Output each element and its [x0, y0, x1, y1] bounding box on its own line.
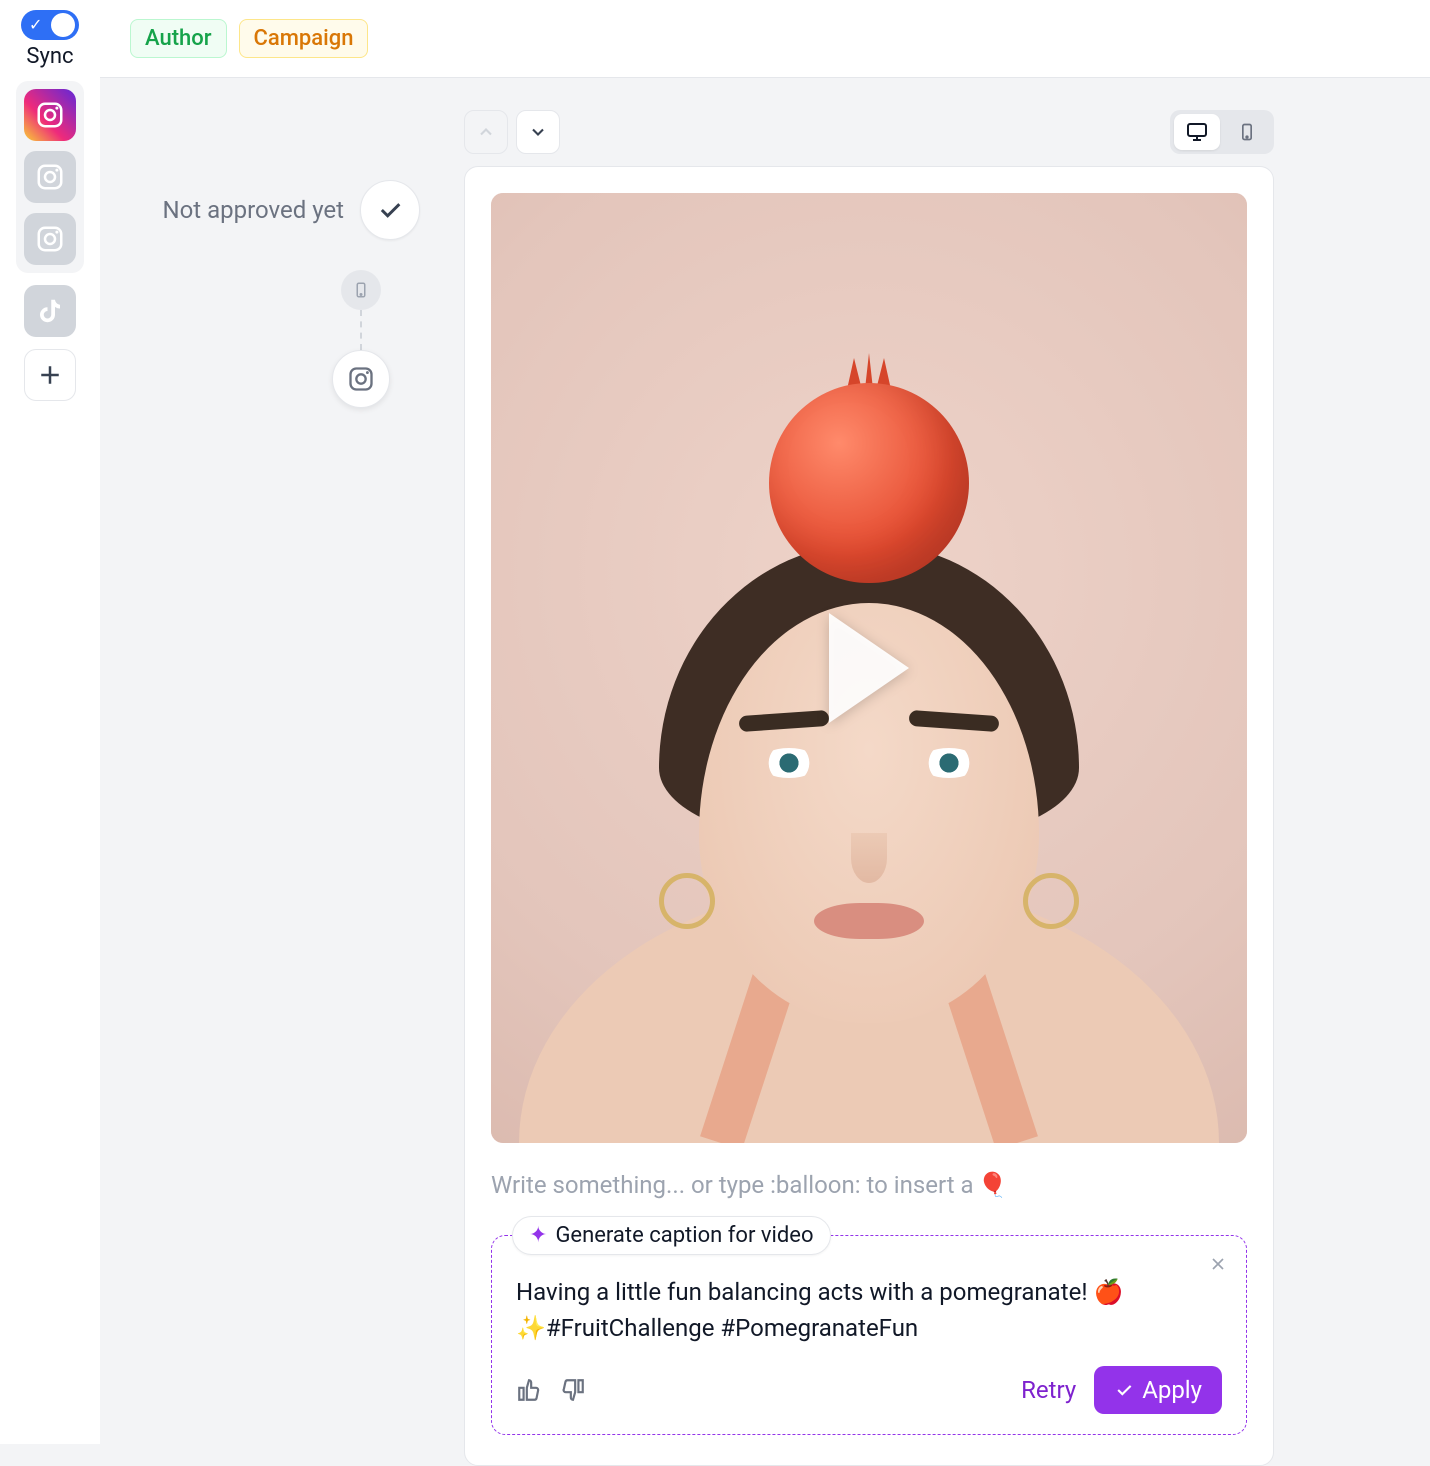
sync-control: ✓ Sync: [21, 10, 79, 69]
sync-toggle[interactable]: ✓: [21, 10, 79, 40]
post-nav: [464, 110, 560, 154]
left-rail: ✓ Sync: [0, 0, 100, 1444]
retry-button[interactable]: Retry: [1021, 1376, 1076, 1404]
thumbs-down-icon: [560, 1377, 586, 1403]
channel-timeline: [332, 270, 390, 408]
check-icon: [1114, 1380, 1134, 1400]
instagram-icon: [35, 162, 65, 192]
instagram-icon: [35, 224, 65, 254]
tag-author[interactable]: Author: [130, 19, 227, 58]
balloon-emoji: 🎈: [978, 1171, 1008, 1199]
apply-button[interactable]: Apply: [1094, 1366, 1222, 1414]
ai-chip-label: Generate caption for video: [555, 1223, 813, 1248]
timeline-instagram-node[interactable]: [332, 350, 390, 408]
device-desktop-button[interactable]: [1174, 114, 1220, 150]
next-post-button[interactable]: [516, 110, 560, 154]
timeline-connector: [360, 310, 362, 350]
check-icon: [376, 196, 404, 224]
account-instagram-3[interactable]: [24, 213, 76, 265]
approval-status: Not approved yet: [163, 196, 345, 224]
video-preview[interactable]: [491, 193, 1247, 1143]
mobile-icon: [352, 281, 370, 299]
thumbs-up-button[interactable]: [516, 1377, 542, 1403]
chevron-down-icon: [528, 122, 548, 142]
account-group: [16, 81, 84, 273]
approve-button[interactable]: [360, 180, 420, 240]
prev-post-button[interactable]: [464, 110, 508, 154]
caption-placeholder: Write something... or type :balloon: to …: [491, 1171, 974, 1199]
account-instagram-active[interactable]: [24, 89, 76, 141]
tiktok-icon: [35, 296, 65, 326]
stage-header: [464, 110, 1274, 154]
instagram-icon: [35, 100, 65, 130]
thumbs-down-button[interactable]: [560, 1377, 586, 1403]
close-icon: [1208, 1254, 1228, 1274]
ai-close-button[interactable]: [1204, 1250, 1232, 1278]
device-mobile-button[interactable]: [1224, 114, 1270, 150]
post-card: Write something... or type :balloon: to …: [464, 166, 1274, 1466]
caption-area: Write something... or type :balloon: to …: [491, 1171, 1247, 1435]
approval-row: Not approved yet: [163, 180, 421, 240]
top-tag-bar: Author Campaign: [100, 0, 1430, 78]
mobile-icon: [1237, 122, 1257, 142]
ai-suggestion-box: ✦ Generate caption for video Having a li…: [491, 1235, 1247, 1435]
apply-label: Apply: [1142, 1376, 1202, 1404]
instagram-icon: [347, 365, 375, 393]
timeline-mobile-node[interactable]: [341, 270, 381, 310]
device-switch: [1170, 110, 1274, 154]
ai-suggestion-text: Having a little fun balancing acts with …: [516, 1274, 1222, 1346]
thumbs-up-icon: [516, 1377, 542, 1403]
sparkle-icon: ✦: [529, 1223, 547, 1248]
account-tiktok[interactable]: [24, 285, 76, 337]
caption-input[interactable]: Write something... or type :balloon: to …: [491, 1171, 1247, 1199]
check-icon: ✓: [29, 17, 42, 33]
ai-right-actions: Retry Apply: [1021, 1366, 1222, 1414]
ai-chip[interactable]: ✦ Generate caption for video: [512, 1216, 831, 1255]
chevron-up-icon: [476, 122, 496, 142]
ai-feedback: [516, 1377, 586, 1403]
ai-actions: Retry Apply: [516, 1366, 1222, 1414]
play-icon: [829, 613, 909, 723]
desktop-icon: [1185, 120, 1209, 144]
sync-label: Sync: [26, 44, 73, 69]
editor-stage: Write something... or type :balloon: to …: [464, 110, 1274, 1466]
add-account-button[interactable]: [24, 349, 76, 401]
tag-campaign[interactable]: Campaign: [239, 19, 369, 58]
toggle-knob: [51, 13, 75, 37]
account-instagram-2[interactable]: [24, 151, 76, 203]
side-column: Not approved yet: [120, 110, 420, 408]
plus-icon: [35, 360, 65, 390]
